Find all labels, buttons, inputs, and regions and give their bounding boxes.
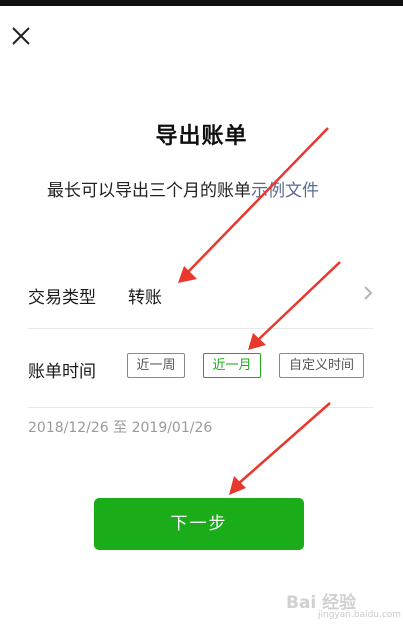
arrow-to-next	[229, 402, 331, 495]
transaction-type-label: 交易类型	[28, 288, 96, 308]
subtitle: 最长可以导出三个月的账单示例文件	[47, 176, 319, 201]
subtitle-text: 最长可以导出三个月的账单	[47, 181, 251, 201]
date-range-text: 2018/12/26 至 2019/01/26	[28, 420, 213, 436]
bill-time-row: 账单时间 近一周 近一月 自定义时间	[28, 329, 373, 408]
status-bar	[0, 0, 403, 6]
option-custom-time[interactable]: 自定义时间	[279, 353, 364, 378]
transaction-type-value: 转账	[128, 288, 162, 308]
next-step-button[interactable]: 下一步	[94, 498, 304, 550]
option-last-week[interactable]: 近一周	[127, 353, 185, 378]
arrow-to-type	[178, 127, 329, 283]
bill-time-label: 账单时间	[28, 362, 96, 382]
example-file-link[interactable]: 示例文件	[251, 181, 319, 201]
option-last-month[interactable]: 近一月	[203, 353, 261, 378]
chevron-right-icon	[364, 286, 373, 300]
transaction-type-row[interactable]: 交易类型 转账	[28, 270, 373, 329]
page-title: 导出账单	[155, 124, 248, 149]
close-icon	[12, 27, 30, 45]
watermark-sub: jingyan.baidu.com	[318, 610, 402, 620]
close-button[interactable]	[10, 25, 32, 47]
